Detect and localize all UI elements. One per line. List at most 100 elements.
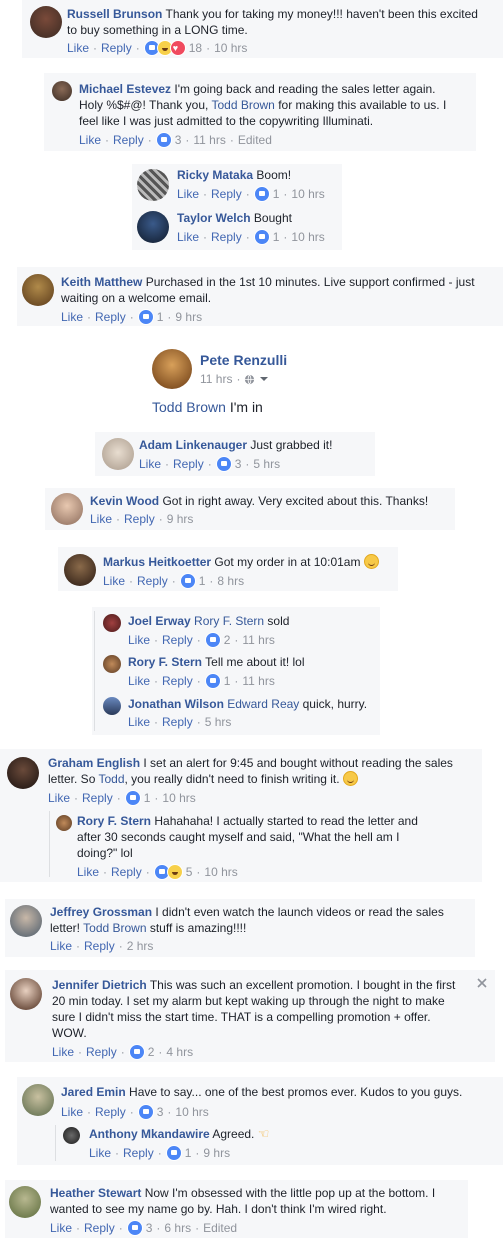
reply-link[interactable]: Reply	[84, 939, 115, 953]
timestamp[interactable]: 5 hrs	[253, 457, 280, 471]
reply-link[interactable]: Reply	[82, 791, 113, 805]
close-icon[interactable]	[477, 978, 487, 988]
mention-link[interactable]: Rory F. Stern	[194, 614, 264, 628]
timestamp[interactable]: 10 hrs	[214, 41, 247, 55]
timestamp[interactable]: 4 hrs	[166, 1045, 193, 1059]
like-link[interactable]: Like	[177, 230, 199, 244]
reply-link[interactable]: Reply	[162, 715, 193, 729]
timestamp[interactable]: 5 hrs	[205, 715, 232, 729]
reply-link[interactable]: Reply	[173, 457, 204, 471]
mention-link[interactable]: Edward Reay	[227, 697, 299, 711]
avatar[interactable]	[52, 81, 72, 101]
author-name[interactable]: Russell Brunson	[67, 7, 162, 21]
reaction-icons[interactable]	[215, 456, 232, 472]
avatar[interactable]	[137, 169, 169, 201]
author-name[interactable]: Rory F. Stern	[128, 655, 202, 669]
like-link[interactable]: Like	[50, 1221, 72, 1235]
avatar[interactable]	[56, 815, 72, 831]
like-link[interactable]: Like	[103, 574, 125, 588]
timestamp[interactable]: 11 hrs	[200, 372, 232, 386]
timestamp[interactable]: 9 hrs	[167, 512, 194, 526]
reaction-icons[interactable]	[124, 790, 141, 806]
avatar[interactable]	[10, 978, 42, 1010]
like-link[interactable]: Like	[90, 512, 112, 526]
like-link[interactable]: Like	[50, 939, 72, 953]
reply-link[interactable]: Reply	[124, 512, 155, 526]
author-name[interactable]: Jeffrey Grossman	[50, 905, 152, 919]
reply-link[interactable]: Reply	[211, 187, 242, 201]
reply-link[interactable]: Reply	[113, 133, 144, 147]
reaction-icons[interactable]	[165, 1145, 182, 1161]
like-link[interactable]: Like	[48, 791, 70, 805]
author-name[interactable]: Ricky Mataka	[177, 168, 253, 182]
timestamp[interactable]: 11 hrs	[242, 633, 274, 647]
like-link[interactable]: Like	[77, 865, 99, 879]
avatar[interactable]	[103, 697, 121, 715]
reaction-icons[interactable]	[253, 229, 270, 245]
reaction-icons[interactable]	[253, 186, 270, 202]
like-link[interactable]: Like	[52, 1045, 74, 1059]
avatar[interactable]	[10, 905, 42, 937]
like-link[interactable]: Like	[61, 1105, 83, 1119]
author-name[interactable]: Pete Renzulli	[200, 352, 287, 368]
mention-link[interactable]: Todd Brown	[211, 98, 274, 112]
reply-link[interactable]: Reply	[162, 674, 193, 688]
author-name[interactable]: Keith Matthew	[61, 275, 142, 289]
reply-link[interactable]: Reply	[162, 633, 193, 647]
author-name[interactable]: Markus Heitkoetter	[103, 555, 211, 569]
author-name[interactable]: Graham English	[48, 756, 140, 770]
reply-link[interactable]: Reply	[84, 1221, 115, 1235]
edited-label[interactable]: Edited	[203, 1221, 237, 1235]
author-name[interactable]: Jared Emin	[61, 1085, 126, 1099]
reaction-icons[interactable]	[155, 132, 172, 148]
timestamp[interactable]: 11 hrs	[242, 674, 274, 688]
timestamp[interactable]: 10 hrs	[291, 187, 324, 201]
author-name[interactable]: Heather Stewart	[50, 1186, 141, 1200]
author-name[interactable]: Adam Linkenauger	[139, 438, 247, 452]
like-link[interactable]: Like	[139, 457, 161, 471]
reaction-icons[interactable]	[179, 573, 196, 589]
reaction-icons[interactable]	[137, 309, 154, 325]
timestamp[interactable]: 9 hrs	[175, 310, 202, 324]
avatar[interactable]	[22, 274, 54, 306]
reply-link[interactable]: Reply	[95, 1105, 126, 1119]
avatar[interactable]	[7, 757, 39, 789]
like-link[interactable]: Like	[79, 133, 101, 147]
like-link[interactable]: Like	[177, 187, 199, 201]
mention-link[interactable]: Todd	[98, 772, 124, 786]
author-name[interactable]: Kevin Wood	[90, 494, 159, 508]
timestamp[interactable]: 11 hrs	[193, 133, 225, 147]
avatar[interactable]	[9, 1186, 41, 1218]
like-link[interactable]: Like	[67, 41, 89, 55]
reply-link[interactable]: Reply	[123, 1146, 154, 1160]
reply-link[interactable]: Reply	[95, 310, 126, 324]
author-name[interactable]: Jennifer Dietrich	[52, 978, 147, 992]
mention-link[interactable]: Todd Brown	[83, 921, 146, 935]
timestamp[interactable]: 2 hrs	[127, 939, 154, 953]
avatar[interactable]	[102, 438, 134, 470]
avatar[interactable]	[51, 493, 83, 525]
avatar[interactable]	[137, 211, 169, 243]
timestamp[interactable]: 10 hrs	[204, 865, 237, 879]
timestamp[interactable]: 8 hrs	[217, 574, 244, 588]
timestamp[interactable]: 10 hrs	[291, 230, 324, 244]
reply-link[interactable]: Reply	[137, 574, 168, 588]
timestamp[interactable]: 10 hrs	[175, 1105, 208, 1119]
reaction-icons[interactable]	[137, 1104, 154, 1120]
reaction-icons[interactable]	[126, 1220, 143, 1236]
reaction-icons[interactable]	[153, 864, 183, 880]
reply-link[interactable]: Reply	[111, 865, 142, 879]
author-name[interactable]: Anthony Mkandawire	[89, 1127, 210, 1141]
like-link[interactable]: Like	[61, 310, 83, 324]
avatar[interactable]	[30, 6, 62, 38]
like-link[interactable]: Like	[128, 633, 150, 647]
author-name[interactable]: Rory F. Stern	[77, 814, 151, 828]
reaction-icons[interactable]	[143, 40, 186, 56]
reply-link[interactable]: Reply	[211, 230, 242, 244]
author-name[interactable]: Jonathan Wilson	[128, 697, 224, 711]
reply-link[interactable]: Reply	[101, 41, 132, 55]
timestamp[interactable]: 9 hrs	[203, 1146, 230, 1160]
timestamp[interactable]: 6 hrs	[164, 1221, 191, 1235]
like-link[interactable]: Like	[128, 715, 150, 729]
edited-label[interactable]: Edited	[238, 133, 272, 147]
